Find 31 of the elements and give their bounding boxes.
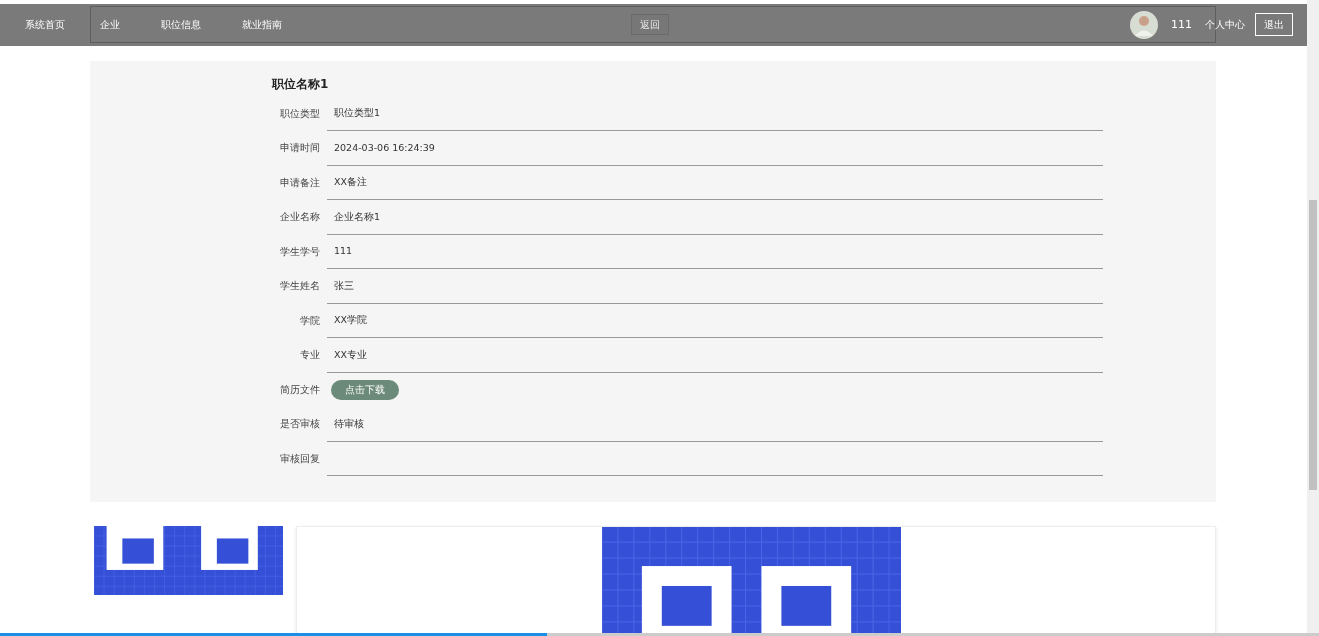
field-label: 学生姓名	[279, 279, 321, 294]
nav-link[interactable]: 就业指南	[242, 17, 282, 33]
nav-link[interactable]: 企业	[100, 17, 120, 33]
field-label: 学院	[299, 313, 321, 328]
field-value: 2024-03-06 16:24:39	[327, 131, 1103, 166]
field-value: 职位类型1	[327, 96, 1103, 132]
field-value: 张三	[327, 269, 1103, 304]
field-label: 职位类型	[279, 106, 321, 121]
field-value: XX学院	[327, 303, 1103, 339]
field-value: XX备注	[327, 165, 1103, 201]
detail-title: 职位名称1	[272, 75, 330, 93]
field-label: 审核回复	[279, 451, 321, 466]
back-button[interactable]: 返回	[631, 14, 669, 36]
field-value: 企业名称1	[327, 200, 1103, 235]
user-name: 111	[1171, 16, 1192, 33]
field-value: XX专业	[327, 338, 1103, 373]
field-label: 简历文件	[279, 382, 321, 397]
field-value: 111	[327, 234, 1103, 270]
nav-link[interactable]: 系统首页	[0, 17, 90, 33]
field-label: 是否审核	[279, 417, 321, 432]
nav-link[interactable]: 职位信息	[161, 17, 201, 33]
field-label: 学生学号	[279, 244, 321, 259]
logout-button[interactable]: 退出	[1255, 13, 1293, 37]
field-label: 企业名称	[279, 210, 321, 225]
field-value: 待审核	[327, 407, 1103, 442]
field-label: 申请时间	[279, 141, 321, 156]
field-label: 专业	[299, 348, 321, 363]
download-button[interactable]: 点击下载	[331, 379, 399, 401]
profile-link[interactable]: 个人中心	[1205, 17, 1245, 33]
avatar-icon	[1130, 11, 1158, 39]
field-label: 申请备注	[279, 175, 321, 190]
